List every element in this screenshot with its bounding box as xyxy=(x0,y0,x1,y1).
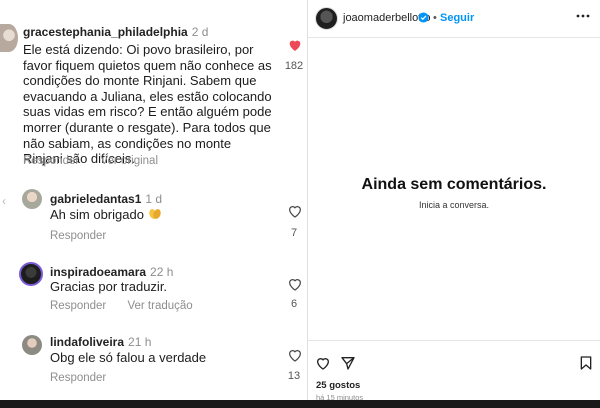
comment-text: Obg ele só falou a verdade xyxy=(50,350,207,365)
heart-outline-icon[interactable] xyxy=(287,276,303,292)
reply-button[interactable]: Responder xyxy=(23,155,79,167)
reply-button[interactable]: Responder xyxy=(50,300,106,312)
reply-button[interactable]: Responder xyxy=(50,230,106,242)
chevron-left-icon[interactable]: ‹ xyxy=(2,194,14,208)
empty-comments-title: Ainda sem comentários. xyxy=(361,176,547,193)
empty-comments-subtitle: Inicia a conversa. xyxy=(418,200,490,210)
bottom-bar xyxy=(0,400,600,408)
follow-button[interactable]: Seguir xyxy=(440,12,474,24)
actions-divider xyxy=(308,340,600,341)
comment-age: 22 h xyxy=(150,265,174,279)
like-count: 13 xyxy=(287,370,301,382)
comment-username[interactable]: gracestephania_philadelphia 2 d xyxy=(23,25,208,39)
comment-actions: Responder xyxy=(50,372,124,384)
clapping-hands-icon xyxy=(149,209,161,219)
comments-panel: gracestephania_philadelphia 2 d Ele está … xyxy=(0,0,308,400)
comment-age: 21 h xyxy=(128,335,152,349)
avatar[interactable] xyxy=(22,189,42,209)
avatar[interactable] xyxy=(19,262,43,286)
avatar[interactable] xyxy=(22,335,42,355)
comment-actions: Responder Ver original xyxy=(23,155,176,167)
likes-count[interactable]: 25 gostos xyxy=(316,380,360,391)
avatar[interactable] xyxy=(0,24,18,52)
heart-filled-icon[interactable] xyxy=(287,37,303,53)
heart-outline-icon[interactable] xyxy=(315,355,331,371)
comment-text: Ele está dizendo: Oi povo brasileiro, po… xyxy=(23,42,272,167)
comment-text: Ah sim obrigado xyxy=(50,207,162,223)
comment-age: 2 d xyxy=(191,25,209,39)
see-original-button[interactable]: Ver original xyxy=(100,155,158,167)
comment-username[interactable]: gabrieledantas1 1 d xyxy=(50,192,162,206)
header-divider xyxy=(308,37,600,38)
more-options-icon[interactable] xyxy=(575,9,591,23)
separator-dot: • xyxy=(433,12,437,24)
comment-username[interactable]: inspiradoeamara 22 h xyxy=(50,265,173,279)
reply-button[interactable]: Responder xyxy=(50,372,106,384)
share-icon[interactable] xyxy=(340,355,356,371)
verified-badge-icon xyxy=(418,12,429,23)
bookmark-icon[interactable] xyxy=(578,355,594,371)
like-count: 182 xyxy=(284,60,304,72)
comment-actions: Responder Ver tradução xyxy=(50,300,211,312)
comment-username[interactable]: lindafoliveira 21 h xyxy=(50,335,151,349)
avatar[interactable] xyxy=(315,7,338,30)
like-count: 7 xyxy=(290,227,298,239)
comment-age: 1 d xyxy=(145,192,163,206)
comment-actions: Responder xyxy=(50,230,124,242)
heart-outline-icon[interactable] xyxy=(287,203,303,219)
comment-text: Gracias por traduzir. xyxy=(50,279,168,294)
heart-outline-icon[interactable] xyxy=(287,347,303,363)
like-count: 6 xyxy=(290,298,298,310)
see-translation-button[interactable]: Ver tradução xyxy=(127,300,192,312)
